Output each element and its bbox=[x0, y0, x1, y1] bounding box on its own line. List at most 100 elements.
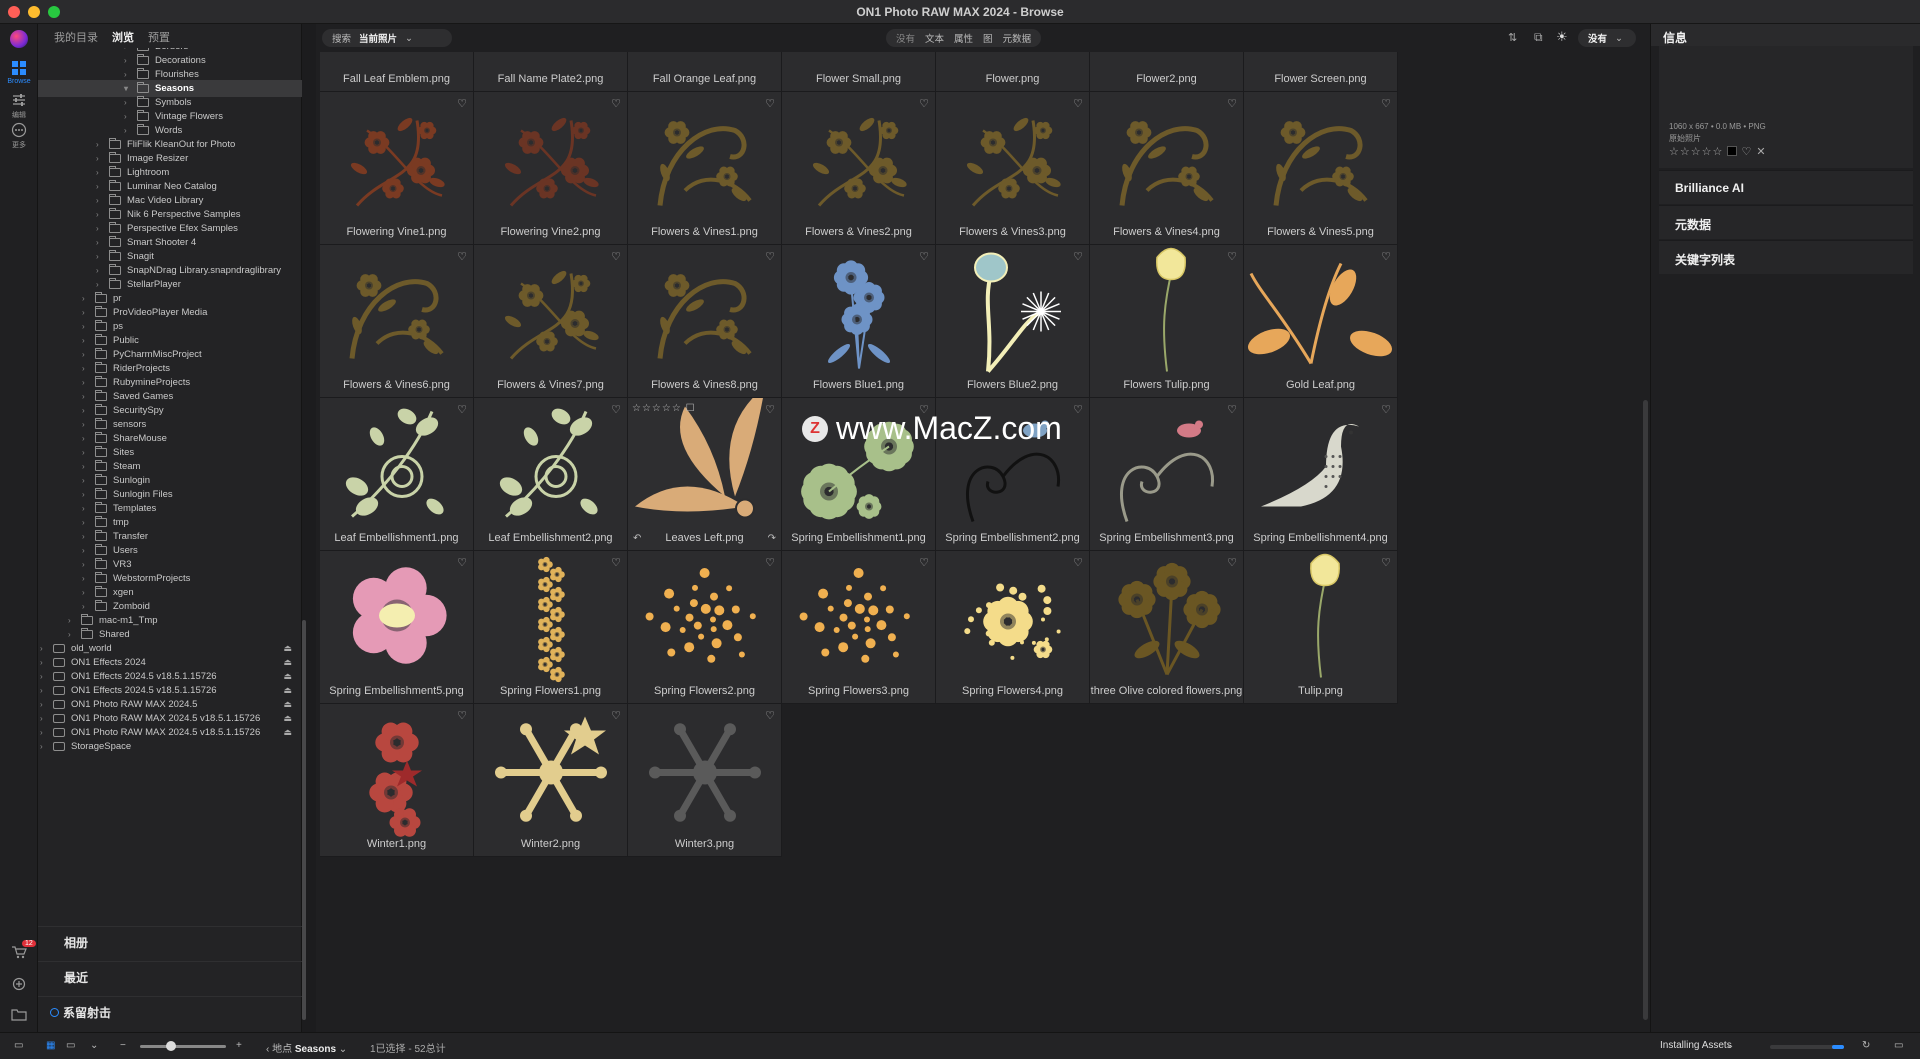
eject-icon[interactable]: ⏏ bbox=[283, 657, 292, 668]
metadata-section[interactable]: 元数据 bbox=[1659, 205, 1913, 239]
slider-knob[interactable] bbox=[166, 1041, 176, 1051]
chevron-right-icon[interactable]: › bbox=[40, 700, 48, 709]
heart-icon[interactable]: ♡ bbox=[1227, 97, 1237, 110]
heart-icon[interactable]: ♡ bbox=[919, 97, 929, 110]
chevron-right-icon[interactable]: › bbox=[82, 560, 90, 569]
thumbnail-cell[interactable]: ♡ ☆☆☆☆☆ ☐ ↶ ↷ Leaves Left.png bbox=[628, 398, 782, 551]
thumbnail-cell[interactable]: ♡ Leaf Embellishment2.png bbox=[474, 398, 628, 551]
keyword-list-section[interactable]: 关键字列表 bbox=[1659, 240, 1913, 274]
heart-icon[interactable]: ♡ bbox=[765, 403, 775, 416]
eject-icon[interactable]: ⏏ bbox=[283, 727, 292, 738]
thumbnail-cell[interactable]: ♡ Gold Leaf.png bbox=[1244, 245, 1398, 398]
filter-metadata[interactable]: 元数据 bbox=[1003, 31, 1032, 45]
chevron-right-icon[interactable]: › bbox=[96, 252, 104, 261]
chevron-right-icon[interactable]: › bbox=[96, 210, 104, 219]
filter-map[interactable]: 图 bbox=[983, 31, 993, 45]
thumbnail-cell[interactable]: ♡ Spring Flowers2.png bbox=[628, 551, 782, 704]
grid-scrollbar[interactable] bbox=[1643, 400, 1648, 1020]
thumbnail-cell[interactable]: ♡ Spring Flowers1.png bbox=[474, 551, 628, 704]
recent-section[interactable]: 最近 bbox=[38, 961, 302, 989]
eject-icon[interactable]: ⏏ bbox=[283, 713, 292, 724]
chevron-right-icon[interactable]: › bbox=[68, 630, 76, 639]
sidebar-scrollbar[interactable] bbox=[302, 620, 306, 1020]
chevron-right-icon[interactable]: › bbox=[82, 378, 90, 387]
thumbnail-size-slider[interactable] bbox=[140, 1041, 226, 1051]
chevron-right-icon[interactable]: › bbox=[82, 462, 90, 471]
chevron-right-icon[interactable]: › bbox=[82, 350, 90, 359]
chevron-right-icon[interactable]: › bbox=[124, 112, 132, 121]
thumbnail-cell[interactable]: Flower Small.png bbox=[782, 52, 936, 92]
chevron-right-icon[interactable]: › bbox=[82, 602, 90, 611]
heart-icon[interactable]: ♡ bbox=[1381, 403, 1391, 416]
thumbnail-cell[interactable]: ♡ Flowers & Vines2.png bbox=[782, 92, 936, 245]
more-module-button[interactable]: 更多 bbox=[0, 122, 38, 150]
filter-none[interactable]: 没有 bbox=[896, 31, 915, 45]
chevron-right-icon[interactable]: › bbox=[82, 308, 90, 317]
brilliance-ai-section[interactable]: Brilliance AI bbox=[1659, 170, 1913, 204]
chevron-right-icon[interactable]: › bbox=[96, 224, 104, 233]
heart-icon[interactable]: ♡ bbox=[611, 556, 621, 569]
chevron-right-icon[interactable]: › bbox=[96, 140, 104, 149]
heart-icon[interactable]: ♡ bbox=[457, 556, 467, 569]
thumbnail-cell[interactable]: ♡ Spring Flowers3.png bbox=[782, 551, 936, 704]
thumbnail-cell[interactable]: ♡ Spring Flowers4.png bbox=[936, 551, 1090, 704]
heart-icon[interactable]: ♡ bbox=[765, 556, 775, 569]
chevron-right-icon[interactable]: › bbox=[82, 588, 90, 597]
filter-attributes[interactable]: 属性 bbox=[954, 31, 973, 45]
chevron-right-icon[interactable]: › bbox=[82, 336, 90, 345]
thumbnail-cell[interactable]: ♡ Spring Embellishment4.png bbox=[1244, 398, 1398, 551]
chevron-right-icon[interactable]: › bbox=[68, 616, 76, 625]
thumbnail-cell[interactable]: ♡ Flowers & Vines3.png bbox=[936, 92, 1090, 245]
heart-icon[interactable]: ♡ bbox=[1227, 403, 1237, 416]
thumbnail-cell[interactable]: ♡ Flowers Blue2.png bbox=[936, 245, 1090, 398]
chevron-down-icon[interactable]: ▾ bbox=[124, 84, 132, 93]
tab-catalog[interactable]: 我的目录 bbox=[54, 29, 98, 48]
heart-icon[interactable]: ♡ bbox=[919, 556, 929, 569]
heart-icon[interactable]: ♡ bbox=[1741, 146, 1752, 158]
heart-icon[interactable]: ♡ bbox=[611, 403, 621, 416]
thumbnail-cell[interactable]: ♡ Winter1.png bbox=[320, 704, 474, 857]
chevron-right-icon[interactable]: › bbox=[82, 434, 90, 443]
thumbnail-cell[interactable]: ♡ Leaf Embellishment1.png bbox=[320, 398, 474, 551]
thumbnail-cell[interactable]: ♡ Flowers & Vines7.png bbox=[474, 245, 628, 398]
folder-add-button[interactable] bbox=[0, 1006, 38, 1022]
chevron-right-icon[interactable]: › bbox=[40, 658, 48, 667]
thumbnail-cell[interactable]: ♡ three Olive colored flowers.png bbox=[1090, 551, 1244, 704]
eject-icon[interactable]: ⏏ bbox=[283, 671, 292, 682]
browse-module-button[interactable]: Browse bbox=[0, 60, 38, 85]
heart-icon[interactable]: ♡ bbox=[611, 250, 621, 263]
chevron-right-icon[interactable]: › bbox=[82, 420, 90, 429]
thumbnail-cell[interactable]: ♡ Spring Embellishment3.png bbox=[1090, 398, 1244, 551]
task-status[interactable]: Installing Assets bbox=[1660, 1040, 1732, 1051]
reject-icon[interactable]: ✕ bbox=[1756, 146, 1766, 158]
chevron-right-icon[interactable]: › bbox=[82, 518, 90, 527]
thumbnail-cell[interactable]: ♡ Flowers & Vines8.png bbox=[628, 245, 782, 398]
chevron-right-icon[interactable]: › bbox=[40, 644, 48, 653]
chevron-right-icon[interactable]: › bbox=[82, 532, 90, 541]
chevron-right-icon[interactable]: › bbox=[82, 504, 90, 513]
eject-icon[interactable]: ⏏ bbox=[283, 699, 292, 710]
albums-section[interactable]: 相册 bbox=[38, 926, 302, 954]
thumbnail-cell[interactable]: ♡ Flowers & Vines4.png bbox=[1090, 92, 1244, 245]
heart-icon[interactable]: ♡ bbox=[611, 709, 621, 722]
chevron-right-icon[interactable]: › bbox=[124, 70, 132, 79]
tethered-shooting-section[interactable]: 系留射击 bbox=[38, 996, 302, 1024]
heart-icon[interactable]: ♡ bbox=[457, 97, 467, 110]
chevron-right-icon[interactable]: › bbox=[40, 672, 48, 681]
chevron-right-icon[interactable]: › bbox=[96, 182, 104, 191]
heart-icon[interactable]: ♡ bbox=[1381, 250, 1391, 263]
chevron-right-icon[interactable]: › bbox=[40, 714, 48, 723]
chevron-right-icon[interactable]: › bbox=[96, 168, 104, 177]
chevron-right-icon[interactable]: › bbox=[82, 448, 90, 457]
chevron-right-icon[interactable]: › bbox=[124, 48, 132, 51]
color-label-swatch[interactable] bbox=[1727, 146, 1738, 156]
thumbnail-cell[interactable]: ♡ Spring Embellishment5.png bbox=[320, 551, 474, 704]
heart-icon[interactable]: ♡ bbox=[1073, 97, 1083, 110]
heart-icon[interactable]: ♡ bbox=[765, 250, 775, 263]
chevron-right-icon[interactable]: › bbox=[124, 98, 132, 107]
sort-dropdown[interactable]: 没有 ⌄ bbox=[1578, 29, 1636, 47]
chevron-right-icon[interactable]: › bbox=[82, 364, 90, 373]
grid-view-icon[interactable]: ▦ bbox=[46, 1040, 55, 1051]
thumbnail-cell[interactable]: ♡ Flowering Vine1.png bbox=[320, 92, 474, 245]
chevron-right-icon[interactable]: › bbox=[82, 294, 90, 303]
